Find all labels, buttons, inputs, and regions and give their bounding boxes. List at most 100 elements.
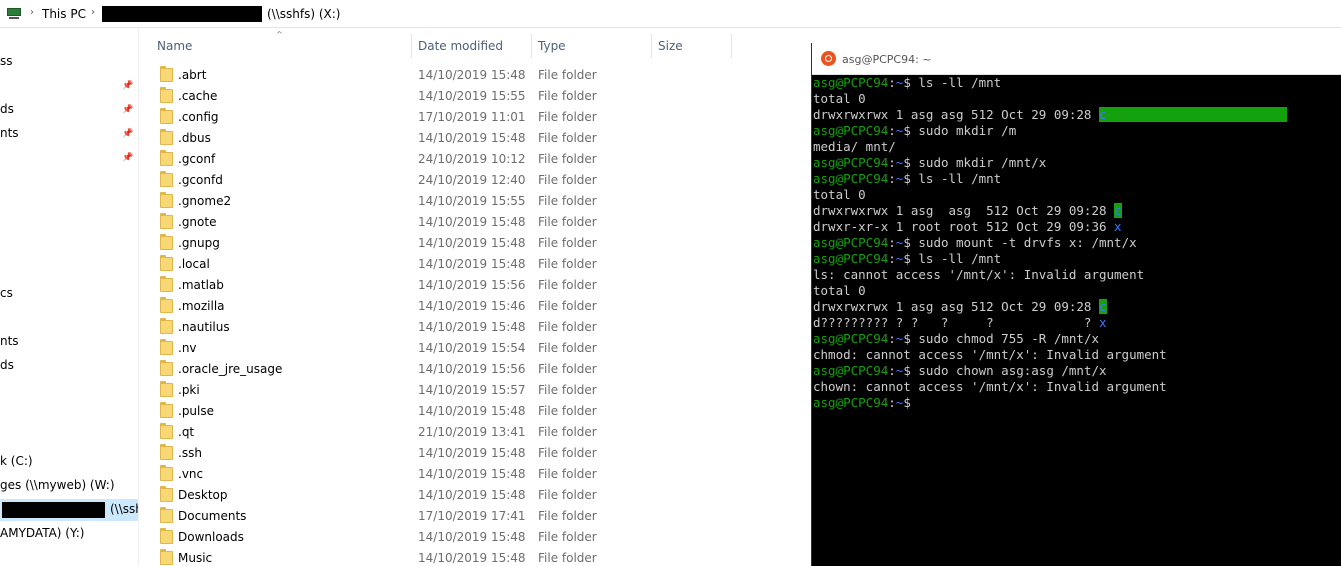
file-row[interactable]: Downloads 14/10/2019 15:48 File folder bbox=[139, 526, 811, 547]
file-row[interactable]: .gnupg 14/10/2019 15:48 File folder bbox=[139, 232, 811, 253]
prompt-sep: : bbox=[888, 75, 896, 90]
column-header-type[interactable]: Type bbox=[538, 39, 566, 53]
nav-item-drive-w[interactable]: ges (\\myweb) (W:) bbox=[0, 478, 115, 492]
folder-icon bbox=[160, 549, 173, 565]
file-row[interactable]: .cache 14/10/2019 15:55 File folder bbox=[139, 85, 811, 106]
file-row[interactable]: Desktop 14/10/2019 15:48 File folder bbox=[139, 484, 811, 505]
folder-icon bbox=[160, 360, 173, 376]
file-name: Downloads bbox=[178, 530, 244, 544]
folder-icon bbox=[160, 381, 173, 397]
file-row[interactable]: .nv 14/10/2019 15:54 File folder bbox=[139, 337, 811, 358]
file-date-modified: 24/10/2019 12:40 bbox=[418, 173, 526, 187]
file-date-modified: 14/10/2019 15:48 bbox=[418, 404, 526, 418]
prompt-user: asg@PCPC94 bbox=[813, 331, 889, 346]
column-header-name[interactable]: Name bbox=[157, 39, 192, 53]
file-row[interactable]: .mozilla 14/10/2019 15:46 File folder bbox=[139, 295, 811, 316]
file-row[interactable]: .vnc 14/10/2019 15:48 File folder bbox=[139, 463, 811, 484]
command-text: sudo mkdir /mnt/x bbox=[918, 155, 1047, 170]
file-list[interactable]: ^ Name Date modified Type Size .abrt 14/1… bbox=[139, 28, 811, 566]
file-type: File folder bbox=[538, 89, 597, 103]
file-row[interactable]: .abrt 14/10/2019 15:48 File folder bbox=[139, 64, 811, 85]
output-text: chmod: cannot access '/mnt/x': Invalid a… bbox=[813, 347, 1167, 362]
nav-item-selected-drive-x[interactable]: (\\ssh bbox=[0, 499, 138, 521]
file-name: .local bbox=[178, 257, 210, 271]
nav-item-downloads[interactable]: ds bbox=[0, 102, 14, 116]
prompt-end: $ bbox=[903, 171, 919, 186]
folder-icon bbox=[160, 297, 173, 313]
navigation-pane[interactable]: ss 📌 ds 📌 nts 📌 📌 cs nts ds k (C:) ges (… bbox=[0, 28, 139, 566]
folder-icon bbox=[160, 171, 173, 187]
folder-icon bbox=[160, 150, 173, 166]
column-divider[interactable] bbox=[731, 34, 732, 58]
folder-icon bbox=[160, 507, 173, 523]
column-divider[interactable] bbox=[411, 34, 412, 58]
file-row[interactable]: .gnome2 14/10/2019 15:55 File folder bbox=[139, 190, 811, 211]
command-text: ls -ll /mnt bbox=[918, 251, 1002, 266]
file-row[interactable]: .dbus 14/10/2019 15:48 File folder bbox=[139, 127, 811, 148]
file-row[interactable]: .matlab 14/10/2019 15:56 File folder bbox=[139, 274, 811, 295]
column-divider[interactable] bbox=[651, 34, 652, 58]
file-row[interactable]: Documents 17/10/2019 17:41 File folder bbox=[139, 505, 811, 526]
file-row[interactable]: .gconf 24/10/2019 10:12 File folder bbox=[139, 148, 811, 169]
file-row[interactable]: .oracle_jre_usage 14/10/2019 15:56 File fo… bbox=[139, 358, 811, 379]
column-header-size[interactable]: Size bbox=[658, 39, 683, 53]
terminal-title-bar[interactable]: asg@PCPC94: ~ bbox=[812, 43, 1341, 75]
file-type: File folder bbox=[538, 320, 597, 334]
terminal-output-line: drwxrwxrwx 1 asg asg 512 Oct 29 09:28 c bbox=[813, 203, 1341, 219]
breadcrumb-this-pc[interactable]: This PC bbox=[42, 7, 86, 21]
folder-icon bbox=[160, 129, 173, 145]
nav-item-drive-c[interactable]: k (C:) bbox=[0, 454, 33, 468]
file-row[interactable]: .pulse 14/10/2019 15:48 File folder bbox=[139, 400, 811, 421]
terminal-output[interactable]: asg@PCPC94:~$ ls -ll /mnt total 0 drwxrwxr… bbox=[812, 75, 1341, 566]
prompt-user: asg@PCPC94 bbox=[813, 75, 889, 90]
file-type: File folder bbox=[538, 404, 597, 418]
file-name: .gnome2 bbox=[178, 194, 232, 208]
file-row[interactable]: .gnote 14/10/2019 15:48 File folder bbox=[139, 211, 811, 232]
nav-item-documents[interactable]: nts bbox=[0, 126, 19, 140]
file-row[interactable]: .nautilus 14/10/2019 15:48 File folder bbox=[139, 316, 811, 337]
terminal-command-line: asg@PCPC94:~$ sudo mkdir /mnt/x bbox=[813, 155, 1341, 171]
output-text: media/ mnt/ bbox=[813, 139, 896, 154]
nav-item-quick-access[interactable]: ss bbox=[0, 54, 13, 68]
pin-icon: 📌 bbox=[122, 129, 134, 139]
prompt-end: $ bbox=[903, 235, 919, 250]
file-date-modified: 14/10/2019 15:57 bbox=[418, 383, 526, 397]
file-type: File folder bbox=[538, 299, 597, 313]
file-row[interactable]: .pki 14/10/2019 15:57 File folder bbox=[139, 379, 811, 400]
file-row[interactable]: Music 14/10/2019 15:48 File folder bbox=[139, 547, 811, 566]
file-date-modified: 14/10/2019 15:48 bbox=[418, 446, 526, 460]
file-row[interactable]: .local 14/10/2019 15:48 File folder bbox=[139, 253, 811, 274]
folder-icon bbox=[160, 234, 173, 250]
address-bar[interactable]: › This PC › (\\sshfs) (X:) bbox=[0, 0, 1341, 28]
chevron-right-icon[interactable]: › bbox=[30, 7, 34, 18]
nav-item-drive-y[interactable]: AMYDATA) (Y:) bbox=[0, 526, 84, 540]
output-text: d????????? ? ? ? ? ? bbox=[813, 315, 1099, 330]
breadcrumb-drive[interactable]: (\\sshfs) (X:) bbox=[267, 7, 340, 21]
nav-item-pictures[interactable]: cs bbox=[0, 286, 13, 300]
dir-entry-name: c bbox=[1098, 107, 1288, 122]
output-text: total 0 bbox=[813, 283, 866, 298]
terminal-window[interactable]: asg@PCPC94: ~ asg@PCPC94:~$ ls -ll /mnt t… bbox=[811, 43, 1341, 566]
file-row[interactable]: .gconfd 24/10/2019 12:40 File folder bbox=[139, 169, 811, 190]
nav-item-downloads-2[interactable]: ds bbox=[0, 358, 14, 372]
prompt-end: $ bbox=[903, 251, 919, 266]
terminal-command-line: asg@PCPC94:~$ ls -ll /mnt bbox=[813, 251, 1341, 267]
file-name: .matlab bbox=[178, 278, 224, 292]
column-divider[interactable] bbox=[531, 34, 532, 58]
chevron-right-icon[interactable]: › bbox=[91, 7, 95, 18]
dir-entry-name: x bbox=[1114, 219, 1122, 234]
terminal-output-line: total 0 bbox=[813, 283, 1341, 299]
file-row[interactable]: .config 17/10/2019 11:01 File folder bbox=[139, 106, 811, 127]
column-header-date[interactable]: Date modified bbox=[418, 39, 503, 53]
command-text: sudo chmod 755 -R /mnt/x bbox=[918, 331, 1100, 346]
prompt-end: $ bbox=[903, 363, 919, 378]
file-type: File folder bbox=[538, 509, 597, 523]
file-row[interactable]: .qt 21/10/2019 13:41 File folder bbox=[139, 421, 811, 442]
nav-item-documents-2[interactable]: nts bbox=[0, 334, 19, 348]
terminal-output-line: ls: cannot access '/mnt/x': Invalid argu… bbox=[813, 267, 1341, 283]
file-date-modified: 14/10/2019 15:48 bbox=[418, 68, 526, 82]
prompt-end: $ bbox=[903, 75, 919, 90]
prompt-sep: : bbox=[888, 155, 896, 170]
file-row[interactable]: .ssh 14/10/2019 15:48 File folder bbox=[139, 442, 811, 463]
redacted-drive-name bbox=[2, 502, 105, 518]
